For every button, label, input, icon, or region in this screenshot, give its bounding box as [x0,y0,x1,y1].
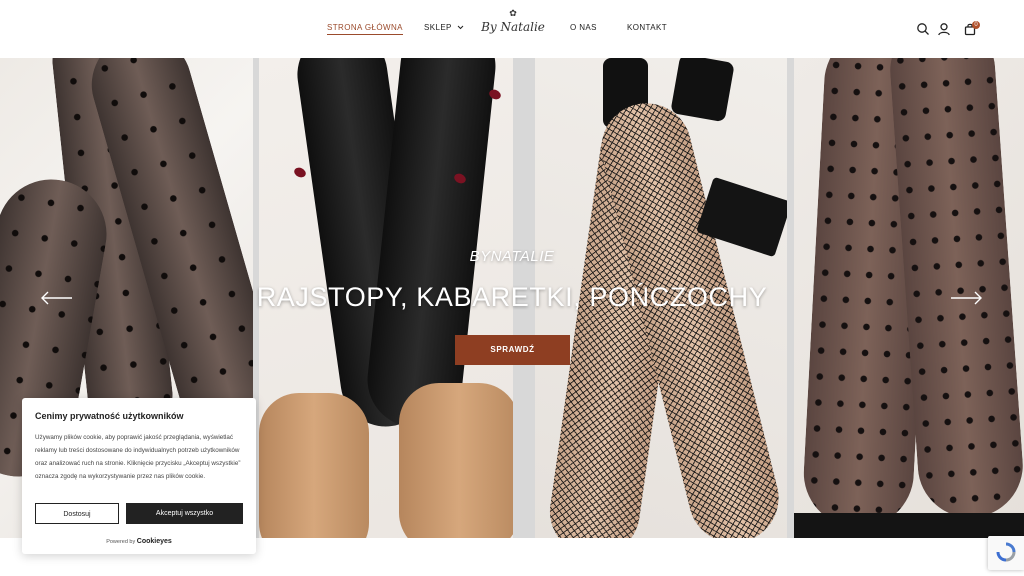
recaptcha-icon [996,542,1016,562]
skirt-hem-shape [794,513,1024,538]
rose-petal [292,165,308,180]
leg-shape [399,383,513,538]
cookie-consent-banner: Cenimy prywatność użytkowników Używamy p… [22,398,256,554]
nav-home[interactable]: STRONA GŁÓWNA [327,23,403,35]
nav-shop-label: SKLEP [424,23,452,32]
site-logo[interactable]: ✿ By Natalie [478,8,548,48]
cookie-description: Używamy plików cookie, aby poprawić jako… [35,434,241,480]
recaptcha-badge[interactable] [988,536,1024,570]
arrow-left-icon[interactable] [40,290,74,306]
cookieyes-logo[interactable]: Cookieyes [137,538,172,545]
powered-by-label: Powered by [106,539,136,545]
cart-count-badge: 0 [972,21,980,29]
site-header: STRONA GŁÓWNA SKLEP ✿ By Natalie O NAS K… [0,0,1024,59]
customize-cookies-button[interactable]: Dostosuj [35,503,119,524]
chevron-down-icon [457,26,464,30]
nav-shop[interactable]: SKLEP [424,23,464,32]
flower-icon: ✿ [509,8,517,18]
nav-contact[interactable]: KONTAKT [627,23,667,32]
search-icon[interactable] [916,22,930,36]
arrow-right-icon[interactable] [949,290,983,306]
cookie-title: Cenimy prywatność użytkowników [35,411,184,421]
hero-subtitle: BYNATALIE [469,248,555,265]
nav-about[interactable]: O NAS [570,23,597,32]
logo-text: By Natalie [481,20,545,34]
hero-cta-button[interactable]: SPRAWDŹ [455,335,570,365]
user-icon[interactable] [937,22,951,36]
boot-shape [670,58,735,123]
leg-shape [259,393,369,538]
hero-headline: RAJSTOPY, KABARETKI, POŃCZOCHY [256,282,768,312]
powered-by: Powered by Cookieyes [22,538,256,545]
accept-all-cookies-button[interactable]: Akceptuj wszystko [126,503,243,524]
